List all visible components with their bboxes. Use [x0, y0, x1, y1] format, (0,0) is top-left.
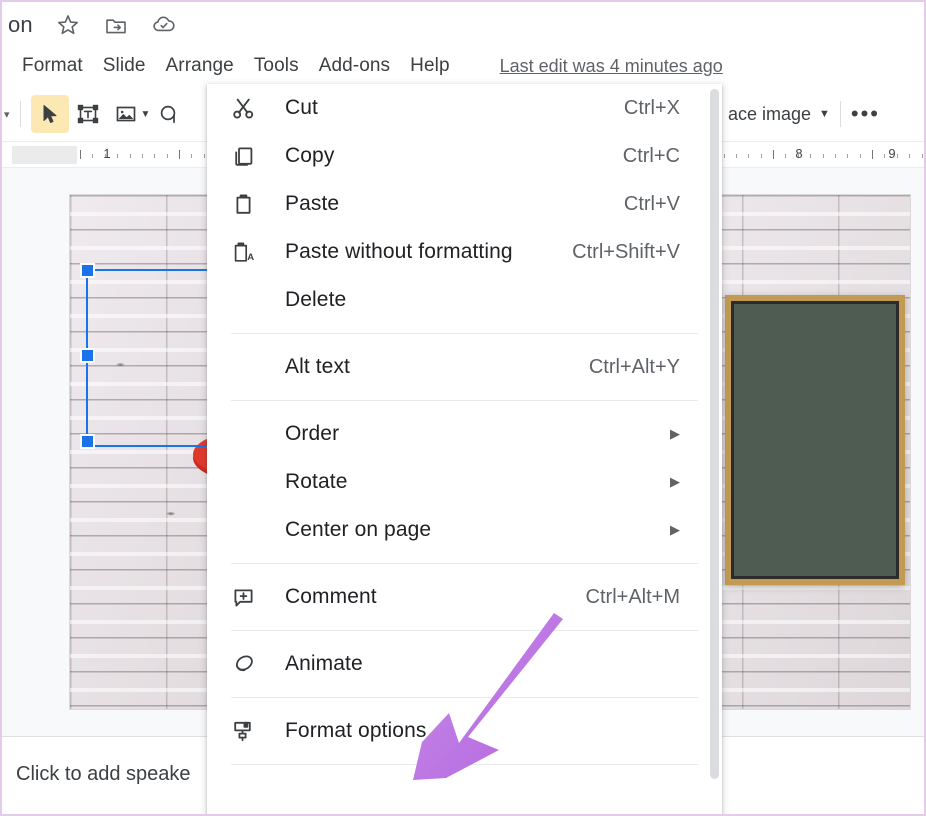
- menu-item-label: Animate: [285, 652, 363, 675]
- undo-caret-icon[interactable]: ▾: [4, 108, 10, 121]
- menu-item-format-options[interactable]: Format options: [207, 707, 722, 755]
- menu-item-label: Rotate: [285, 470, 348, 493]
- menu-item-paste-without-formatting[interactable]: A Paste without formatting Ctrl+Shift+V: [207, 228, 722, 276]
- chalkboard-surface: [731, 301, 899, 579]
- copy-icon: [229, 142, 257, 170]
- move-to-folder-icon[interactable]: [103, 12, 129, 38]
- replace-image-chevron-down-icon[interactable]: ▼: [819, 108, 830, 120]
- star-icon[interactable]: [55, 12, 81, 38]
- menu-item-cut[interactable]: Cut Ctrl+X: [207, 84, 722, 132]
- clipboard-icon: [229, 190, 257, 218]
- speaker-notes-placeholder[interactable]: Click to add speake: [16, 763, 191, 786]
- context-menu[interactable]: Cut Ctrl+X Copy Ctrl+C Paste Ctrl+V A Pa…: [207, 84, 722, 814]
- menu-item-accel: Ctrl+Alt+Y: [588, 355, 680, 378]
- submenu-arrow-icon: ▶: [670, 522, 680, 537]
- document-title[interactable]: on: [8, 12, 33, 38]
- menu-item-animate[interactable]: Animate: [207, 640, 722, 688]
- resize-handle-sw[interactable]: [80, 434, 95, 449]
- app-window: on Format Slide Arrange Tools Add-ons He…: [0, 0, 926, 816]
- menu-item-label: Alt text: [285, 355, 350, 378]
- menu-separator-6: [231, 764, 698, 765]
- menu-item-alt-text[interactable]: Alt text Ctrl+Alt+Y: [207, 343, 722, 391]
- saved-to-drive-icon[interactable]: [151, 12, 177, 38]
- menu-item-order[interactable]: Order ▶: [207, 410, 722, 458]
- menu-format[interactable]: Format: [12, 52, 93, 80]
- menu-separator-2: [231, 400, 698, 401]
- menu-item-accel: Ctrl+V: [623, 192, 680, 215]
- menu-arrange[interactable]: Arrange: [156, 52, 244, 80]
- menu-item-label: Format options: [285, 719, 427, 742]
- menu-separator-3: [231, 563, 698, 564]
- ruler-number: 9: [888, 146, 896, 161]
- replace-image-label: ace image: [727, 103, 811, 124]
- insert-image-chevron-down-icon[interactable]: ▼: [141, 109, 151, 120]
- ruler-number: 8: [795, 146, 803, 161]
- toolbar-divider: [19, 101, 21, 127]
- menu-item-comment[interactable]: Comment Ctrl+Alt+M: [207, 573, 722, 621]
- replace-image-button[interactable]: ace image ▼: [728, 104, 830, 125]
- resize-handle-nw[interactable]: [80, 263, 95, 278]
- menu-item-center-on-page[interactable]: Center on page ▶: [207, 506, 722, 554]
- menu-item-accel: Ctrl+C: [622, 144, 680, 167]
- menu-item-label: Order: [285, 422, 340, 445]
- title-bar: on: [2, 2, 924, 47]
- menu-item-label: Delete: [285, 288, 347, 311]
- submenu-arrow-icon: ▶: [670, 474, 680, 489]
- menu-item-label: Paste: [285, 192, 340, 215]
- select-cursor-tool-button[interactable]: [30, 95, 69, 133]
- svg-text:A: A: [247, 252, 254, 263]
- menu-item-label: Paste without formatting: [285, 240, 513, 263]
- menu-separator-1: [231, 333, 698, 334]
- menu-item-rotate[interactable]: Rotate ▶: [207, 458, 722, 506]
- ruler-number: 1: [103, 146, 111, 161]
- insert-image-tool-button[interactable]: [107, 95, 145, 133]
- menu-separator-5: [231, 697, 698, 698]
- comment-icon: [229, 583, 257, 611]
- shape-tool-button[interactable]: [150, 95, 188, 133]
- text-box-tool-button[interactable]: [69, 95, 107, 133]
- paint-roller-icon: [229, 717, 257, 745]
- animate-icon: [229, 650, 257, 678]
- menu-tools[interactable]: Tools: [244, 52, 309, 80]
- resize-handle-w[interactable]: [80, 348, 95, 363]
- menu-help[interactable]: Help: [400, 52, 459, 80]
- menu-bar: Format Slide Arrange Tools Add-ons Help …: [2, 47, 924, 85]
- last-edit-status[interactable]: Last edit was 4 minutes ago: [500, 56, 723, 77]
- scissors-icon: [229, 94, 257, 122]
- menu-separator-4: [231, 630, 698, 631]
- menu-item-label: Copy: [285, 144, 335, 167]
- chalkboard-object[interactable]: [725, 295, 905, 585]
- menu-add-ons[interactable]: Add-ons: [309, 52, 400, 80]
- menu-item-label: Center on page: [285, 518, 432, 541]
- menu-item-accel: Ctrl+Alt+M: [585, 585, 680, 608]
- menu-item-copy[interactable]: Copy Ctrl+C: [207, 132, 722, 180]
- menu-item-label: Cut: [285, 96, 318, 119]
- submenu-arrow-icon: ▶: [670, 426, 680, 441]
- clipboard-plain-text-icon: A: [229, 238, 257, 266]
- menu-slide[interactable]: Slide: [93, 52, 156, 80]
- menu-item-delete[interactable]: Delete: [207, 276, 722, 324]
- menu-item-label: Comment: [285, 585, 377, 608]
- menu-item-accel: Ctrl+Shift+V: [572, 240, 680, 263]
- toolbar-divider-2: [839, 101, 841, 127]
- menu-item-paste[interactable]: Paste Ctrl+V: [207, 180, 722, 228]
- menu-item-accel: Ctrl+X: [623, 96, 680, 119]
- more-options-button[interactable]: •••: [851, 103, 880, 125]
